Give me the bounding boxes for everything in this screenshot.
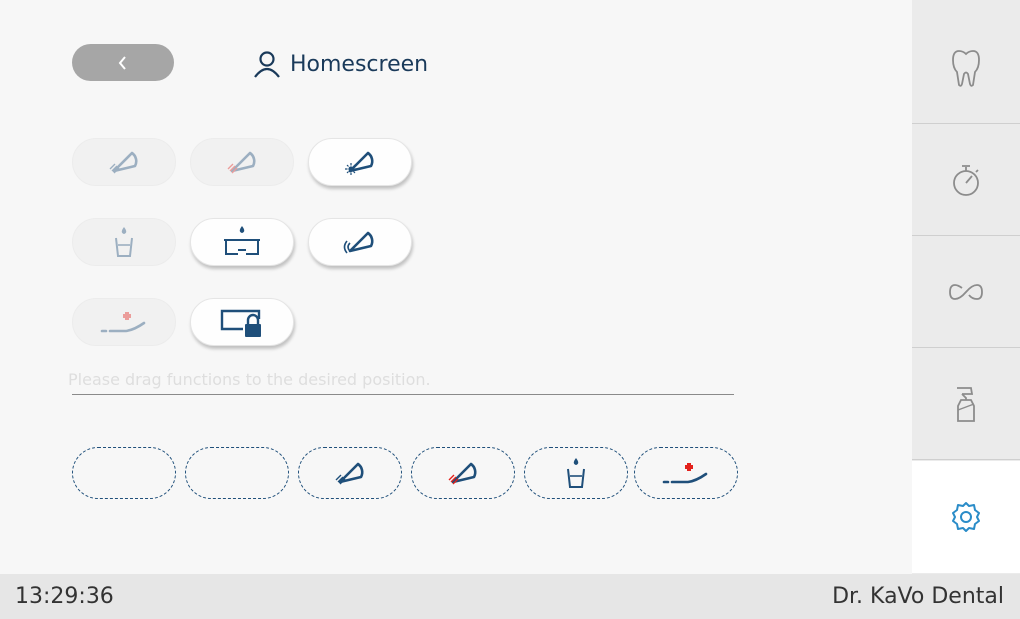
function-emergency-position[interactable] — [72, 298, 176, 346]
homescreen-slot-2[interactable] — [185, 447, 289, 499]
infinity-icon — [949, 283, 983, 300]
sidebar-item-hygiene[interactable] — [912, 348, 1020, 460]
sidebar — [912, 0, 1020, 574]
back-button[interactable] — [72, 44, 174, 81]
sidebar-item-loop[interactable] — [912, 236, 1020, 348]
lamp-blue-icon — [109, 146, 144, 174]
gear-icon — [952, 502, 980, 532]
function-screen-lock[interactable] — [190, 298, 294, 346]
homescreen-slot-6[interactable] — [634, 447, 738, 499]
divider — [72, 394, 734, 395]
page-title-group: Homescreen — [252, 46, 428, 82]
chair-emergency-icon — [662, 463, 708, 484]
lamp-sensor-icon — [343, 226, 380, 254]
function-lamp-sensor[interactable] — [308, 218, 412, 266]
function-scaler-light-blue[interactable] — [72, 138, 176, 186]
cup-fill-icon — [567, 458, 585, 488]
sidebar-item-settings[interactable] — [912, 461, 1020, 573]
homescreen-slot-3[interactable] — [298, 447, 402, 499]
main-panel: Homescreen Please drag functions to the … — [0, 0, 912, 574]
lamp-red-icon — [227, 146, 262, 174]
page-title: Homescreen — [290, 51, 429, 77]
sidebar-item-timer[interactable] — [912, 124, 1020, 236]
sidebar-item-tooth[interactable] — [912, 12, 1020, 124]
lamp-red-icon — [448, 457, 483, 485]
user-icon — [254, 51, 280, 78]
homescreen-slot-1[interactable] — [72, 447, 176, 499]
bowl-rinse-icon — [224, 226, 260, 255]
cup-fill-icon — [115, 227, 133, 257]
stopwatch-icon — [953, 164, 979, 196]
function-scaler-light-red[interactable] — [190, 138, 294, 186]
function-cup-fill[interactable] — [72, 218, 176, 266]
screen-lock-icon — [220, 309, 261, 337]
chevron-left-icon — [118, 55, 126, 70]
homescreen-slot-5[interactable] — [524, 447, 628, 499]
user-name: Dr. KaVo Dental — [832, 584, 1004, 609]
chair-emergency-icon — [100, 312, 146, 333]
function-treatment-light[interactable] — [308, 138, 412, 186]
spray-bottle-icon — [957, 386, 975, 422]
homescreen-slot-4[interactable] — [411, 447, 515, 499]
lamp-blue-icon — [335, 457, 370, 485]
drag-hint-text: Please drag functions to the desired pos… — [68, 370, 431, 389]
clock-time: 13:29:36 — [15, 584, 114, 609]
function-bowl-rinse[interactable] — [190, 218, 294, 266]
status-bar: 13:29:36 Dr. KaVo Dental — [0, 574, 1020, 619]
tooth-icon — [952, 49, 980, 87]
lamp-sun-icon — [345, 146, 380, 175]
